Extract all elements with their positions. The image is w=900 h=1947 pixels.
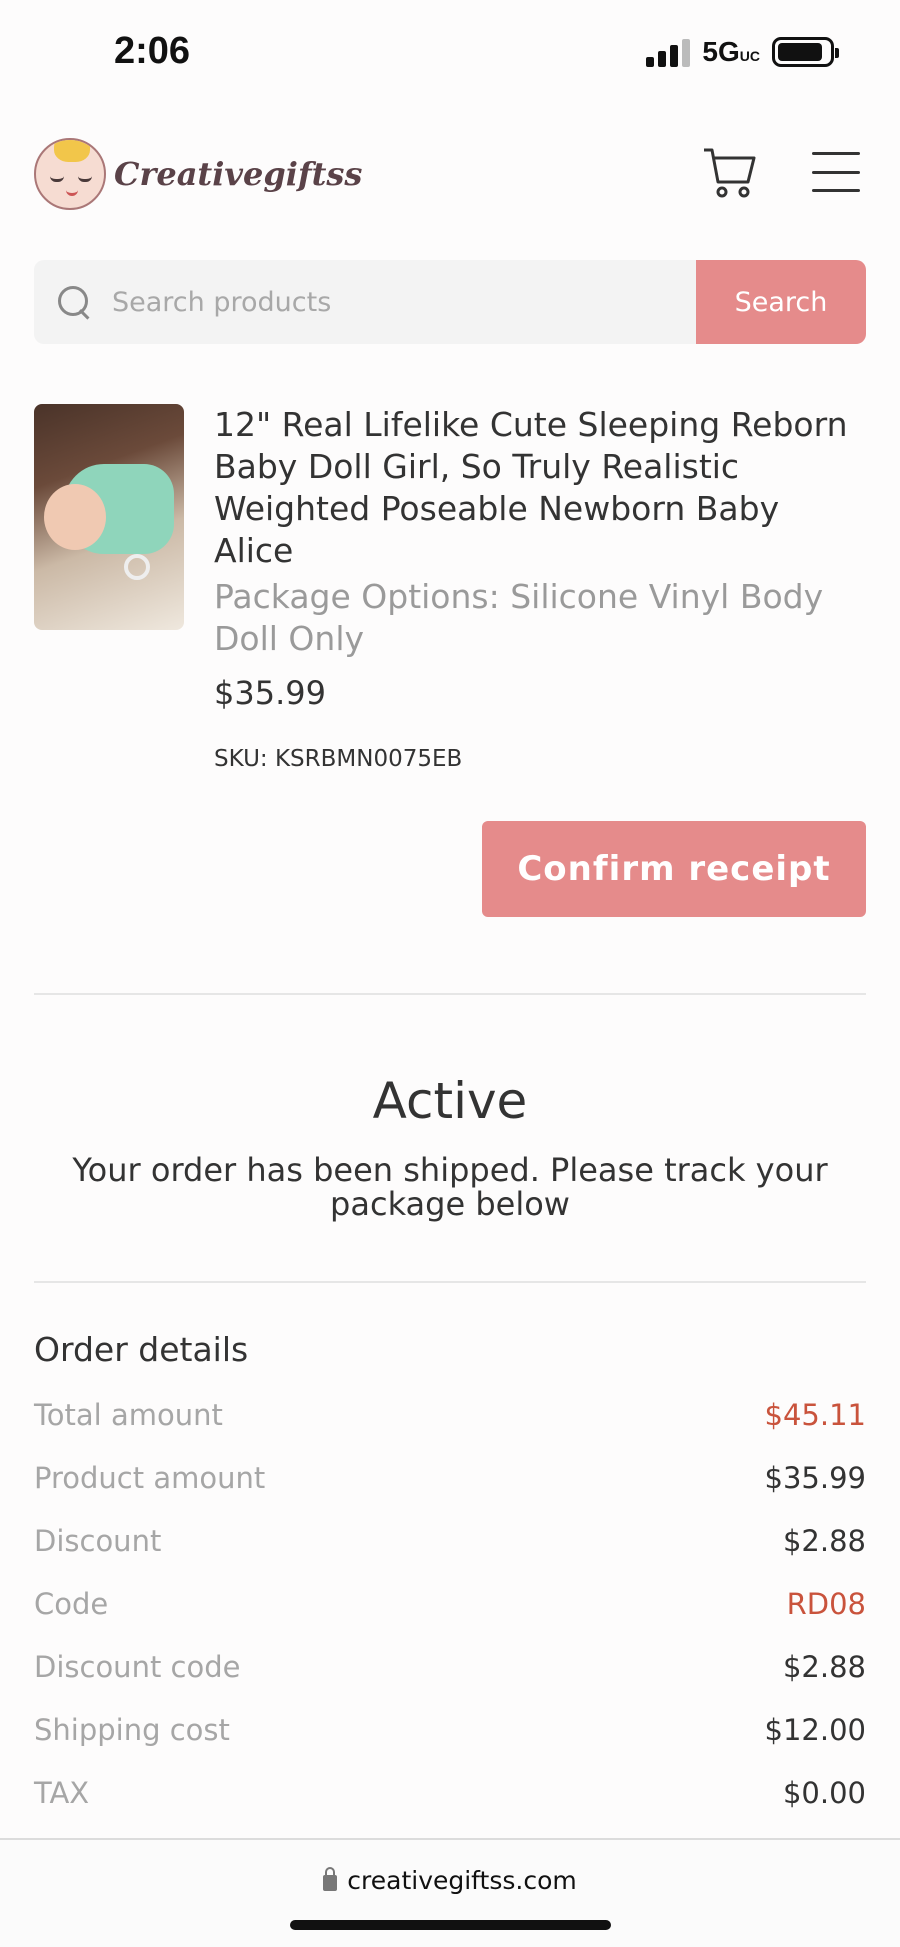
order-value: $35.99	[764, 1461, 866, 1495]
order-label: TAX	[34, 1776, 90, 1810]
order-value: RD08	[786, 1587, 866, 1621]
order-status-description: Your order has been shipped. Please trac…	[72, 1151, 828, 1223]
order-value: $2.88	[782, 1650, 866, 1684]
order-status-title: Active	[372, 1072, 528, 1130]
order-row-code: Code RD08	[34, 1587, 866, 1650]
signal-icon	[646, 37, 691, 67]
url-display[interactable]: creativegiftss.com	[0, 1866, 900, 1895]
order-label: Product amount	[34, 1461, 266, 1495]
order-row-shipping: Shipping cost $12.00	[34, 1713, 866, 1776]
order-row-product-amount: Product amount $35.99	[34, 1461, 866, 1524]
order-details-heading: Order details	[34, 1330, 249, 1369]
status-indicators: 5GUC	[646, 36, 839, 68]
site-header: Creativegiftss	[0, 128, 900, 218]
search-icon	[56, 284, 92, 320]
lock-icon	[323, 1866, 338, 1891]
logo-text: Creativegiftss	[114, 155, 363, 193]
order-value: $2.88	[782, 1524, 866, 1558]
order-label: Discount	[34, 1524, 162, 1558]
order-row-discount: Discount $2.88	[34, 1524, 866, 1587]
order-details-list: Total amount $45.11 Product amount $35.9…	[34, 1398, 866, 1839]
product-title[interactable]: 12" Real Lifelike Cute Sleeping Reborn B…	[214, 404, 866, 572]
browser-address-bar: creativegiftss.com	[0, 1838, 900, 1947]
baby-face-logo-icon	[34, 138, 106, 210]
network-label: 5GUC	[702, 36, 760, 67]
search-box	[34, 260, 696, 344]
menu-icon[interactable]	[812, 152, 860, 192]
order-label: Code	[34, 1587, 109, 1621]
product-sku: SKU: KSRBMN0075EB	[214, 746, 463, 772]
order-row-discount-code: Discount code $2.88	[34, 1650, 866, 1713]
search-button[interactable]: Search	[696, 260, 866, 344]
order-value: $0.00	[782, 1776, 866, 1810]
order-label: Discount code	[34, 1650, 241, 1684]
status-time: 2:06	[114, 30, 191, 72]
confirm-receipt-button[interactable]: Confirm receipt	[482, 821, 866, 917]
search-input[interactable]	[112, 286, 652, 318]
url-text: creativegiftss.com	[347, 1866, 577, 1895]
home-indicator[interactable]	[290, 1920, 611, 1930]
order-row-total: Total amount $45.11	[34, 1398, 866, 1461]
product-option: Package Options: Silicone Vinyl Body Dol…	[214, 577, 824, 658]
divider	[34, 1281, 866, 1283]
order-value: $12.00	[764, 1713, 866, 1747]
battery-icon	[772, 37, 839, 67]
order-value: $45.11	[764, 1398, 866, 1432]
site-logo[interactable]: Creativegiftss	[34, 138, 362, 210]
product-info: 12" Real Lifelike Cute Sleeping Reborn B…	[214, 404, 866, 772]
order-label: Total amount	[34, 1398, 223, 1432]
search-bar: Search	[34, 260, 866, 344]
status-bar: 2:06 5GUC	[0, 0, 900, 110]
order-row-tax: TAX $0.00	[34, 1776, 866, 1839]
product-price: $35.99	[214, 674, 326, 712]
divider	[34, 993, 866, 995]
cart-icon[interactable]	[702, 144, 758, 200]
order-label: Shipping cost	[34, 1713, 230, 1747]
product-image[interactable]	[34, 404, 184, 630]
